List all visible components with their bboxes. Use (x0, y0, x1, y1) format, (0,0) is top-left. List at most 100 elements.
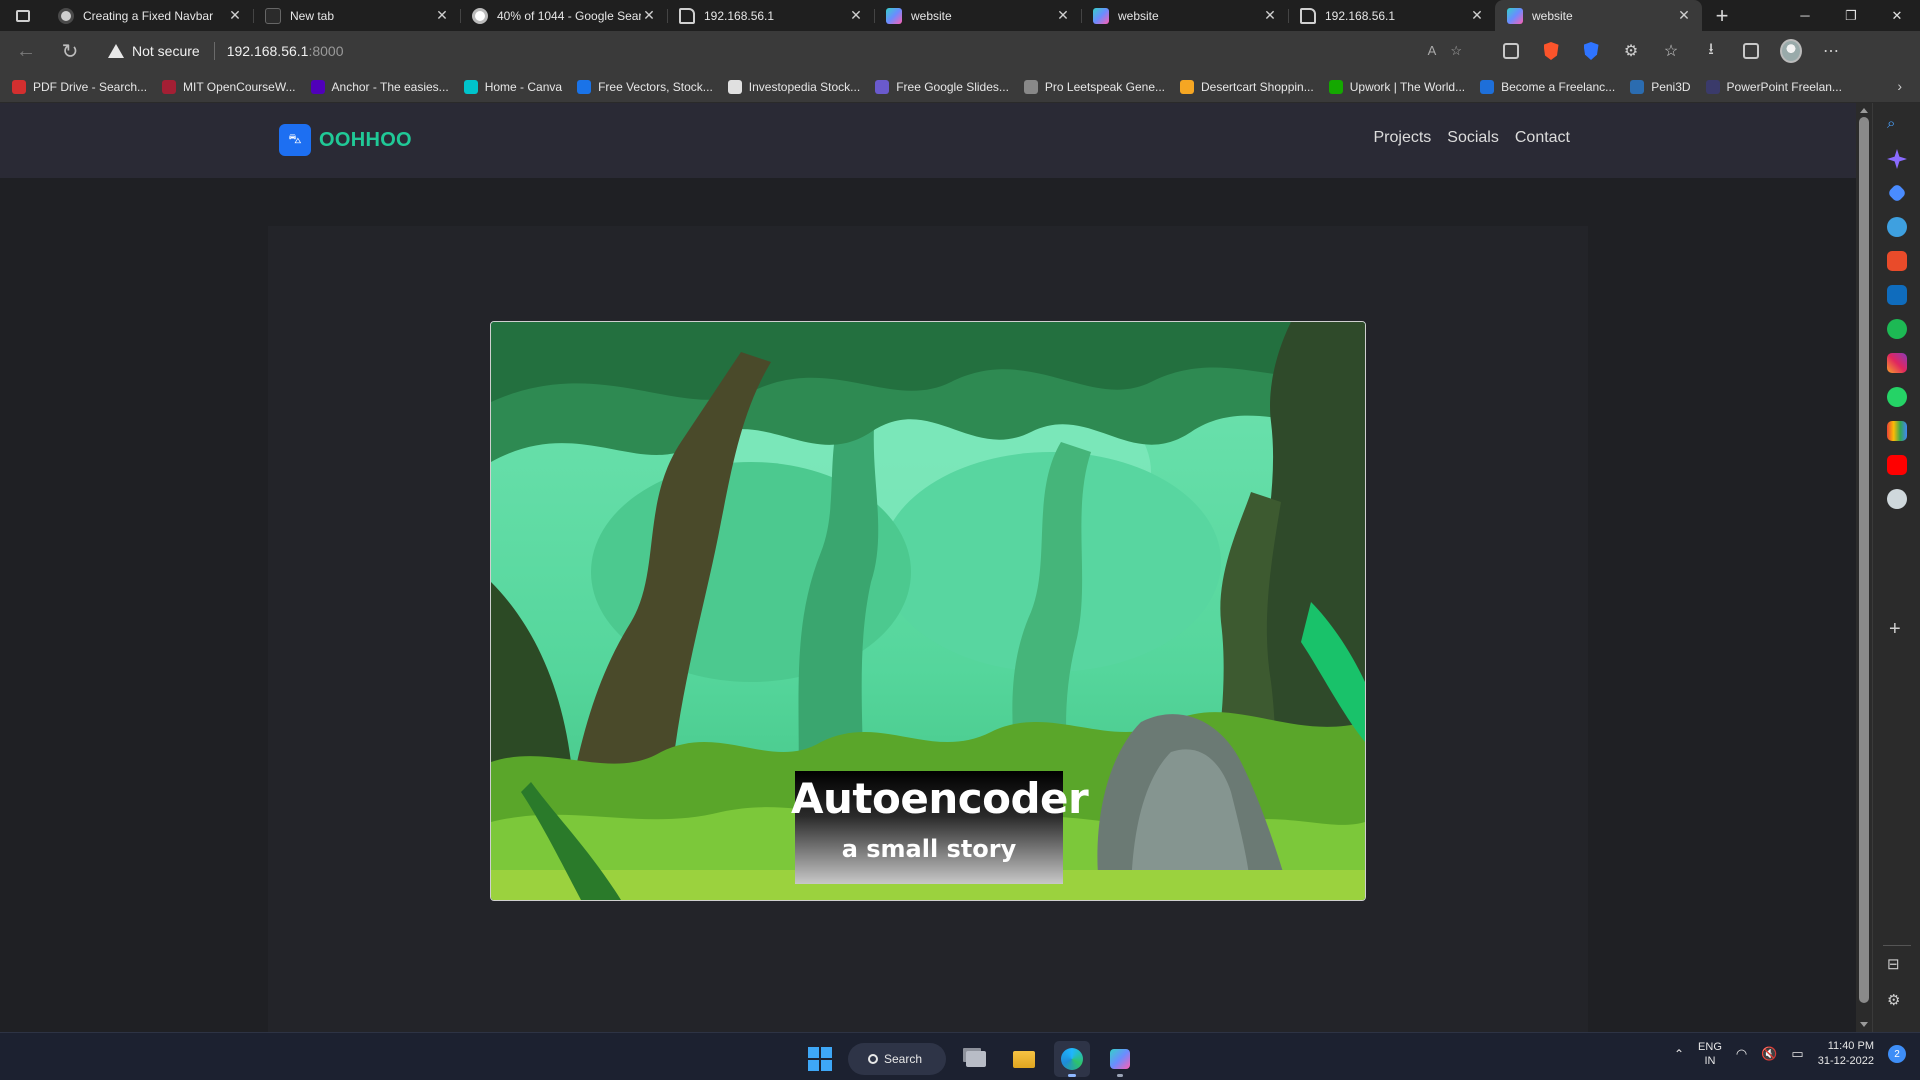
bookmark-item[interactable]: Anchor - The easies... (310, 79, 449, 94)
tab-title: website (1532, 8, 1573, 23)
warning-icon[interactable] (108, 44, 124, 58)
file-explorer-button[interactable] (1006, 1041, 1042, 1077)
close-window-icon[interactable]: ✕ (1874, 0, 1920, 31)
brave-extension-icon[interactable] (1540, 40, 1562, 62)
gmail-icon[interactable] (1887, 421, 1907, 441)
wifi-icon[interactable]: ◠ (1736, 1046, 1747, 1062)
refresh-icon[interactable]: ↻ (52, 35, 88, 67)
outlook-icon[interactable] (1887, 285, 1907, 305)
favorites-icon[interactable]: ☆ (1660, 40, 1682, 62)
bookmark-item[interactable]: Become a Freelanc... (1480, 79, 1615, 94)
tab-0[interactable]: Creating a Fixed Navbar ✕ (46, 0, 253, 31)
url-host[interactable]: 192.168.56.1 (227, 43, 309, 59)
address-divider (213, 42, 215, 60)
search-icon[interactable]: ⌕ (1887, 115, 1907, 135)
hero-card: Autoencoder a small story (490, 321, 1366, 901)
downloads-icon[interactable]: ⭳ (1700, 40, 1722, 62)
task-view-button[interactable] (958, 1041, 994, 1077)
bookmark-item[interactable]: Free Google Slides... (875, 79, 1009, 94)
close-tab-icon[interactable]: ✕ (641, 7, 657, 24)
close-tab-icon[interactable]: ✕ (848, 7, 864, 24)
youtube-icon[interactable] (1887, 455, 1907, 475)
bookmark-item[interactable]: Investopedia Stock... (727, 79, 860, 94)
scroll-thumb[interactable] (1859, 117, 1869, 1003)
bookmark-item[interactable]: PowerPoint Freelan... (1705, 79, 1842, 94)
tab-3[interactable]: 192.168.56.1 ✕ (667, 0, 874, 31)
clock[interactable]: 11:40 PM 31-12-2022 (1818, 1039, 1874, 1069)
tab-7-active[interactable]: website ✕ (1495, 0, 1702, 31)
tab-actions-menu-button[interactable] (0, 0, 46, 31)
bookmark-item[interactable]: Desertcart Shoppin... (1180, 79, 1314, 94)
sidebar-settings-icon[interactable]: ⚙ (1887, 991, 1900, 1009)
more-bookmarks-icon[interactable]: › (1897, 78, 1902, 94)
start-button[interactable] (804, 1043, 836, 1075)
tab-1[interactable]: New tab ✕ (253, 0, 460, 31)
bookmark-label: Upwork | The World... (1349, 79, 1466, 94)
tab-2[interactable]: 40% of 1044 - Google Sear ✕ (460, 0, 667, 31)
bookmark-item[interactable]: MIT OpenCourseW... (162, 79, 296, 94)
show-hidden-icons-icon[interactable]: ⌃ (1674, 1047, 1684, 1061)
close-tab-icon[interactable]: ✕ (227, 7, 243, 24)
back-icon[interactable]: ← (8, 35, 44, 67)
scroll-down-icon[interactable] (1860, 1022, 1868, 1027)
close-tab-icon[interactable]: ✕ (1262, 7, 1278, 24)
taskbar-search-label: Search (884, 1052, 923, 1066)
battery-icon[interactable]: ▭ (1791, 1046, 1803, 1062)
shield-extension-icon[interactable] (1580, 40, 1602, 62)
add-sidebar-app-icon[interactable]: + (1889, 618, 1901, 641)
tab-title: website (911, 8, 952, 23)
address-bar[interactable]: Not secure 192.168.56.1:8000 A ☆ (108, 35, 1488, 67)
instagram-icon[interactable] (1887, 353, 1907, 373)
spotify-icon[interactable] (1887, 319, 1907, 339)
restore-icon[interactable]: ❐ (1828, 0, 1874, 31)
bookmark-item[interactable]: Peni3D (1630, 79, 1691, 94)
taskbar-search[interactable]: Search (848, 1043, 946, 1075)
edge-taskbar-button[interactable] (1054, 1041, 1090, 1077)
bookmark-item[interactable]: Home - Canva (463, 79, 563, 94)
notification-badge[interactable]: 2 (1888, 1045, 1906, 1063)
language-indicator[interactable]: ENG IN (1698, 1040, 1722, 1068)
hero-subtitle: a small story (841, 835, 1017, 863)
hide-sidebar-icon[interactable]: ⊟ (1887, 955, 1900, 973)
tab-6[interactable]: 192.168.56.1 ✕ (1288, 0, 1495, 31)
collections-icon[interactable] (1740, 40, 1762, 62)
close-tab-icon[interactable]: ✕ (434, 7, 450, 24)
bookmark-item[interactable]: Upwork | The World... (1328, 79, 1466, 94)
profile-avatar[interactable] (1780, 39, 1802, 63)
nav-link-projects[interactable]: Projects (1373, 129, 1431, 147)
read-aloud-icon[interactable]: A (1428, 43, 1437, 59)
website-taskbar-button[interactable] (1102, 1041, 1138, 1077)
url-port[interactable]: :8000 (308, 43, 343, 59)
nav-link-contact[interactable]: Contact (1515, 129, 1570, 147)
copilot-icon[interactable] (1887, 149, 1907, 169)
page-scrollbar[interactable] (1856, 103, 1872, 1032)
bookmark-item[interactable]: PDF Drive - Search... (12, 79, 147, 94)
chatgpt-sidebar-icon[interactable] (1887, 489, 1907, 509)
more-options-icon[interactable]: ⋯ (1820, 40, 1842, 62)
shopping-tag-icon[interactable] (1887, 183, 1907, 203)
office-icon[interactable] (1887, 251, 1907, 271)
bookmark-label: MIT OpenCourseW... (183, 79, 296, 94)
tools-icon[interactable] (1887, 217, 1907, 237)
language-code: ENG (1698, 1041, 1722, 1053)
close-tab-icon[interactable]: ✕ (1469, 7, 1485, 24)
whatsapp-icon[interactable] (1887, 387, 1907, 407)
minimize-icon[interactable]: ─ (1782, 0, 1828, 31)
close-tab-icon[interactable]: ✕ (1676, 7, 1692, 24)
tab-4[interactable]: website ✕ (874, 0, 1081, 31)
add-favorite-icon[interactable]: ☆ (1450, 43, 1462, 59)
browser-toolbar: ← ↻ Not secure 192.168.56.1:8000 A ☆ ⚙ ☆… (0, 31, 1920, 71)
bookmark-item[interactable]: Pro Leetspeak Gene... (1023, 79, 1165, 94)
volume-muted-icon[interactable]: 🔇 (1761, 1046, 1777, 1062)
tab-5[interactable]: website ✕ (1081, 0, 1288, 31)
new-tab-button[interactable]: + (1702, 3, 1742, 29)
scroll-up-icon[interactable] (1860, 108, 1868, 113)
reader-mode-icon[interactable] (1500, 40, 1522, 62)
extensions-icon[interactable]: ⚙ (1620, 40, 1642, 62)
bookmark-label: Home - Canva (484, 79, 563, 94)
security-label[interactable]: Not secure (132, 43, 200, 59)
nav-link-socials[interactable]: Socials (1447, 129, 1499, 147)
site-logo[interactable]: ⛍ OOHHOO (279, 124, 412, 156)
close-tab-icon[interactable]: ✕ (1055, 7, 1071, 24)
bookmark-item[interactable]: Free Vectors, Stock... (577, 79, 713, 94)
